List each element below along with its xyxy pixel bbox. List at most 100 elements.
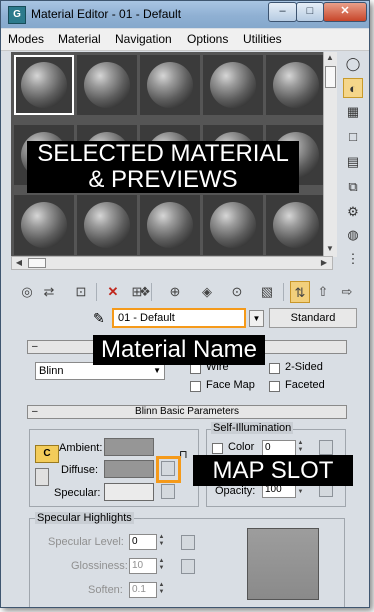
face-map-checkbox[interactable] [190,381,201,392]
specular-map-slot-button[interactable] [161,484,175,499]
material-name-input[interactable]: 01 - Default [112,308,246,328]
reset-map-icon[interactable]: ✕ [103,281,123,303]
video-color-check-icon[interactable]: ▤ [343,152,363,172]
specular-lock-icon[interactable] [35,468,49,486]
select-by-material-icon[interactable]: ◍ [343,225,363,245]
get-material-icon[interactable]: ◎ [17,281,37,303]
glossiness-label: Glossiness: [71,560,128,572]
close-button[interactable]: ✕ [323,2,367,22]
show-end-result-icon[interactable]: ⊙ [227,281,247,303]
material-editor-window: G Material Editor - 01 - Default – □ ✕ M… [0,0,370,608]
background-checker-icon[interactable]: ▦ [343,102,363,122]
specular-highlights-title: Specular Highlights [35,512,134,524]
menu-modes[interactable]: Modes [8,32,44,46]
menu-navigation[interactable]: Navigation [115,32,172,46]
menu-material[interactable]: Material [58,32,101,46]
specular-label: Specular: [54,487,101,499]
ambient-color-swatch[interactable] [104,438,154,456]
blinn-basic-parameters-rollout[interactable]: – Blinn Basic Parameters [27,405,347,419]
spinner-arrows-icon[interactable]: ▲▼ [158,582,165,598]
material-sample-slot[interactable] [140,195,200,255]
scroll-up-icon[interactable]: ▲ [324,52,336,64]
title-bar[interactable]: G Material Editor - 01 - Default – □ ✕ [1,1,369,28]
spinner-arrows-icon[interactable]: ▲▼ [297,440,304,456]
slots-horizontal-scrollbar[interactable]: ◀ ▶ [11,256,333,270]
put-to-scene-icon[interactable]: ⇄ [39,281,59,303]
scroll-left-icon[interactable]: ◀ [13,257,25,269]
specular-level-spinner[interactable]: 0 [129,534,157,550]
material-sample-slot[interactable] [14,195,74,255]
material-id-channel-icon[interactable]: ⊕ [165,281,185,303]
pick-material-eyedropper-icon[interactable]: ✎ [93,310,105,327]
sample-type-sphere-icon[interactable]: ◯ [343,54,363,74]
annotation-selected-material: SELECTED MATERIAL & PREVIEWS [27,141,299,193]
shader-type-value: Blinn [39,365,64,377]
soften-spinner[interactable]: 0.1 [129,582,157,598]
chevron-down-icon: ▼ [153,366,161,375]
material-sample-slot[interactable] [77,55,137,115]
sample-uv-tiling-icon[interactable]: □ [343,127,363,147]
faceted-label: Faceted [285,379,325,391]
horizontal-scroll-thumb[interactable] [28,258,46,268]
specular-level-map-slot-button[interactable] [181,535,195,550]
spinner-arrows-icon[interactable]: ▲▼ [158,558,165,574]
vertical-scroll-thumb[interactable] [325,66,336,88]
scroll-right-icon[interactable]: ▶ [318,257,330,269]
material-sample-slot[interactable] [266,55,326,115]
material-options-icon[interactable]: ⚙ [343,202,363,222]
highlight-curve-preview [247,528,319,600]
specular-level-label: Specular Level: [48,536,124,548]
soften-label: Soften: [88,584,123,596]
material-map-navigator-icon[interactable]: ⋮ [343,249,363,269]
annotation-map-slot: MAP SLOT [193,455,353,486]
map-slot-highlight [156,456,181,483]
spinner-arrows-icon[interactable]: ▲▼ [158,534,165,550]
diffuse-color-swatch[interactable] [104,460,154,478]
maximize-button[interactable]: □ [296,2,324,22]
self-illum-spinner[interactable]: 0 [262,440,296,456]
material-sample-slot[interactable] [203,195,263,255]
material-type-button[interactable]: Standard [269,308,357,328]
two-sided-checkbox[interactable] [269,363,280,374]
show-shaded-in-viewport-icon[interactable]: ◈ [197,281,217,303]
ambient-diffuse-lock-button[interactable]: C [35,445,59,463]
material-sample-slot[interactable] [140,55,200,115]
put-to-library-icon[interactable]: ❖ [135,281,155,303]
go-back-icon[interactable]: ⇨ [337,281,357,303]
material-preview-sphere [273,62,319,108]
rollout-collapse-icon: – [32,406,38,417]
material-sample-slot[interactable] [266,195,326,255]
glossiness-spinner[interactable]: 10 [129,558,157,574]
material-sample-slot[interactable] [77,195,137,255]
material-name-dropdown-icon[interactable]: ▼ [249,310,264,327]
go-forward-to-sibling-icon[interactable]: ⇧ [313,281,333,303]
material-sample-slot[interactable] [203,55,263,115]
slots-vertical-scrollbar[interactable]: ▲ ▼ [323,52,337,257]
app-icon: G [8,6,26,24]
material-preview-sphere [210,62,256,108]
menu-options[interactable]: Options [187,32,228,46]
faceted-checkbox[interactable] [269,381,280,392]
material-preview-sphere [21,62,67,108]
menu-utilities[interactable]: Utilities [243,32,282,46]
self-illum-map-slot-button[interactable] [319,440,333,455]
material-preview-sphere [84,202,130,248]
self-illum-color-checkbox[interactable] [212,443,223,454]
material-sample-slot[interactable] [14,55,74,115]
self-illum-color-label: Color [228,441,255,453]
minimize-button[interactable]: – [268,2,297,22]
face-map-label: Face Map [206,379,255,391]
show-map-icon[interactable]: ▧ [257,281,277,303]
annotation-material-name: Material Name [93,335,265,365]
rollout-collapse-icon: – [32,341,38,352]
scroll-down-icon[interactable]: ▼ [324,243,336,255]
diffuse-label: Diffuse: [61,464,99,476]
backlight-icon[interactable]: ◐ [343,78,363,98]
assign-to-selection-icon[interactable]: ⊡ [71,281,91,303]
toolbar-separator [283,283,284,301]
menu-bar: Modes Material Navigation Options Utilit… [1,29,369,51]
specular-color-swatch[interactable] [104,483,154,501]
go-to-parent-icon[interactable]: ⇅ [290,281,310,303]
glossiness-map-slot-button[interactable] [181,559,195,574]
make-preview-icon[interactable]: ⧉ [343,177,363,197]
